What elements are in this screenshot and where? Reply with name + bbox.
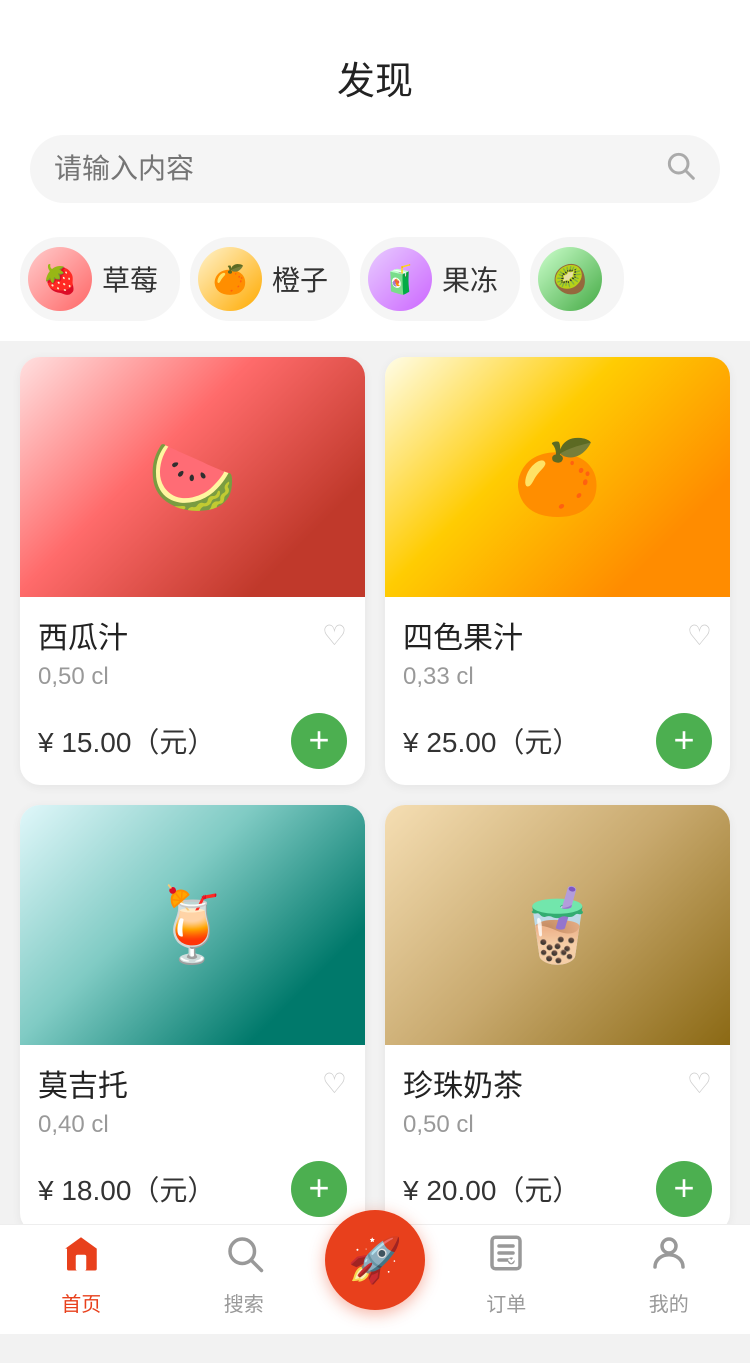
rocket-icon: 🚀 <box>348 1234 403 1286</box>
category-item-extra[interactable]: 🥝 <box>530 237 624 321</box>
plus-icon-watermelon-juice: + <box>308 722 329 758</box>
product-name-four-color-juice: 四色果汁 <box>403 613 523 657</box>
product-name-row-four-color-juice: 四色果汁 ♡ <box>403 613 712 657</box>
product-info-bubble-tea: 珍珠奶茶 ♡ 0,50 cl <box>385 1045 730 1161</box>
product-volume-bubble-tea: 0,50 cl <box>403 1111 712 1139</box>
bottom-nav: 首页 搜索 🚀 订单 <box>0 1224 750 1334</box>
product-footer-bubble-tea: ¥ 20.00（元） + <box>385 1161 730 1233</box>
page-title: 发现 <box>0 50 750 105</box>
nav-label-home: 首页 <box>61 1288 101 1317</box>
search-nav-icon <box>223 1232 265 1284</box>
category-item-strawberry[interactable]: 🍓 草莓 <box>20 237 180 321</box>
category-avatar-extra: 🥝 <box>538 247 602 311</box>
product-image-mojito: 🍹 <box>20 805 365 1045</box>
add-to-cart-button-watermelon-juice[interactable]: + <box>291 713 347 769</box>
product-footer-watermelon-juice: ¥ 15.00（元） + <box>20 713 365 785</box>
category-avatar-orange: 🍊 <box>198 247 262 311</box>
category-avatar-jelly: 🧃 <box>368 247 432 311</box>
search-bar <box>30 135 720 203</box>
nav-label-order: 订单 <box>486 1288 526 1317</box>
product-price-watermelon-juice: ¥ 15.00（元） <box>38 721 215 761</box>
heart-icon-mojito[interactable]: ♡ <box>322 1067 347 1100</box>
heart-icon-bubble-tea[interactable]: ♡ <box>687 1067 712 1100</box>
product-card-watermelon-juice: 🍉 西瓜汁 ♡ 0,50 cl ¥ 15.00（元） + <box>20 357 365 785</box>
product-name-row-watermelon-juice: 西瓜汁 ♡ <box>38 613 347 657</box>
category-item-jelly[interactable]: 🧃 果冻 <box>360 237 520 321</box>
product-volume-watermelon-juice: 0,50 cl <box>38 663 347 691</box>
product-name-bubble-tea: 珍珠奶茶 <box>403 1061 523 1105</box>
product-info-watermelon-juice: 西瓜汁 ♡ 0,50 cl <box>20 597 365 713</box>
product-card-mojito: 🍹 莫吉托 ♡ 0,40 cl ¥ 18.00（元） + <box>20 805 365 1233</box>
product-image-watermelon-juice: 🍉 <box>20 357 365 597</box>
product-name-row-mojito: 莫吉托 ♡ <box>38 1061 347 1105</box>
plus-icon-mojito: + <box>308 1170 329 1206</box>
category-row: 🍓 草莓 🍊 橙子 🧃 果冻 🥝 <box>0 227 750 341</box>
search-input[interactable] <box>54 153 652 185</box>
product-image-four-color-juice: 🍊 <box>385 357 730 597</box>
nav-label-search: 搜索 <box>224 1288 264 1317</box>
product-name-watermelon-juice: 西瓜汁 <box>38 613 128 657</box>
person-icon <box>648 1232 690 1284</box>
product-price-mojito: ¥ 18.00（元） <box>38 1169 215 1209</box>
product-volume-four-color-juice: 0,33 cl <box>403 663 712 691</box>
category-label-jelly: 果冻 <box>442 259 498 299</box>
add-to-cart-button-four-color-juice[interactable]: + <box>656 713 712 769</box>
product-name-mojito: 莫吉托 <box>38 1061 128 1105</box>
nav-item-search[interactable]: 搜索 <box>163 1232 326 1317</box>
category-label-strawberry: 草莓 <box>102 259 158 299</box>
nav-item-home[interactable]: 首页 <box>0 1232 163 1317</box>
home-icon <box>60 1232 102 1284</box>
nav-center-button[interactable]: 🚀 <box>325 1210 425 1310</box>
product-card-four-color-juice: 🍊 四色果汁 ♡ 0,33 cl ¥ 25.00（元） + <box>385 357 730 785</box>
product-info-four-color-juice: 四色果汁 ♡ 0,33 cl <box>385 597 730 713</box>
plus-icon-four-color-juice: + <box>673 722 694 758</box>
product-price-bubble-tea: ¥ 20.00（元） <box>403 1169 580 1209</box>
category-avatar-strawberry: 🍓 <box>28 247 92 311</box>
product-footer-four-color-juice: ¥ 25.00（元） + <box>385 713 730 785</box>
search-bar-wrap <box>0 125 750 227</box>
product-image-bubble-tea: 🧋 <box>385 805 730 1045</box>
product-volume-mojito: 0,40 cl <box>38 1111 347 1139</box>
product-card-bubble-tea: 🧋 珍珠奶茶 ♡ 0,50 cl ¥ 20.00（元） + <box>385 805 730 1233</box>
category-label-orange: 橙子 <box>272 259 328 299</box>
order-icon <box>485 1232 527 1284</box>
product-grid: 🍉 西瓜汁 ♡ 0,50 cl ¥ 15.00（元） + 🍊 <box>0 357 750 1233</box>
category-item-orange[interactable]: 🍊 橙子 <box>190 237 350 321</box>
nav-label-mine: 我的 <box>649 1288 689 1317</box>
header: 发现 <box>0 0 750 125</box>
nav-item-mine[interactable]: 我的 <box>588 1232 750 1317</box>
heart-icon-watermelon-juice[interactable]: ♡ <box>322 619 347 652</box>
add-to-cart-button-mojito[interactable]: + <box>291 1161 347 1217</box>
plus-icon-bubble-tea: + <box>673 1170 694 1206</box>
search-icon <box>664 149 696 189</box>
nav-item-order[interactable]: 订单 <box>425 1232 588 1317</box>
heart-icon-four-color-juice[interactable]: ♡ <box>687 619 712 652</box>
product-name-row-bubble-tea: 珍珠奶茶 ♡ <box>403 1061 712 1105</box>
product-info-mojito: 莫吉托 ♡ 0,40 cl <box>20 1045 365 1161</box>
product-price-four-color-juice: ¥ 25.00（元） <box>403 721 580 761</box>
add-to-cart-button-bubble-tea[interactable]: + <box>656 1161 712 1217</box>
product-footer-mojito: ¥ 18.00（元） + <box>20 1161 365 1233</box>
